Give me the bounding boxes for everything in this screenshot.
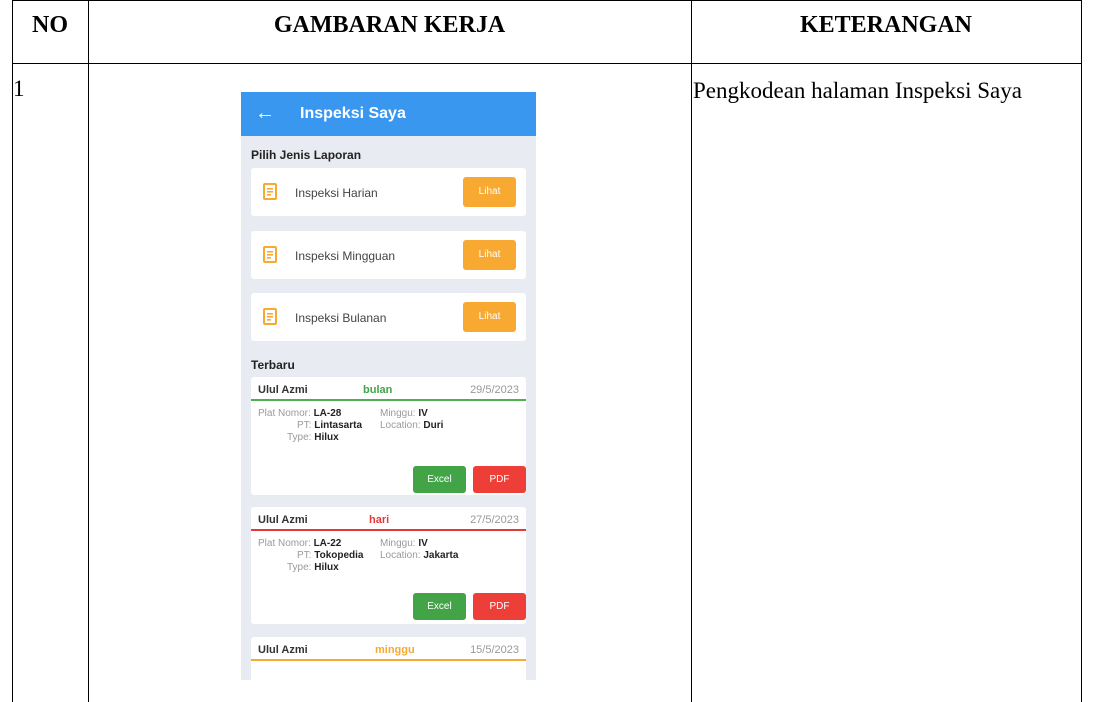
table-top-border	[12, 0, 1082, 1]
type-card-mingguan: Inspeksi Mingguan Lihat	[251, 231, 526, 279]
type-card-bulanan: Inspeksi Bulanan Lihat	[251, 293, 526, 341]
type-label: Inspeksi Bulanan	[295, 311, 387, 325]
excel-button[interactable]: Excel	[413, 593, 466, 620]
document-icon	[263, 308, 277, 325]
document-icon	[263, 183, 277, 200]
report-period: bulan	[363, 384, 393, 396]
col-border-2	[691, 0, 692, 702]
location-field: Location: Jakarta	[380, 550, 459, 561]
minggu-field: Minggu: IV	[380, 538, 428, 549]
report-date: 15/5/2023	[470, 644, 519, 656]
pdf-button[interactable]: PDF	[473, 593, 526, 620]
col-border-1	[88, 0, 89, 702]
row-number: 1	[13, 76, 25, 101]
report-card[interactable]: Ulul Azmi minggu 15/5/2023	[251, 637, 526, 680]
row-keterangan: Pengkodean halaman Inspeksi Saya	[693, 78, 1022, 103]
lihat-button[interactable]: Lihat	[463, 177, 516, 207]
pt-field: PT: Lintasarta	[297, 420, 363, 431]
header-divider	[12, 63, 1082, 64]
lihat-button[interactable]: Lihat	[463, 302, 516, 332]
type-label: Inspeksi Harian	[295, 186, 378, 200]
minggu-field: Minggu: IV	[380, 408, 428, 419]
report-card[interactable]: Ulul Azmi bulan 29/5/2023 Plat Nomor: LA…	[251, 377, 526, 495]
app-bar: ← Inspeksi Saya	[241, 92, 536, 136]
type-label: Inspeksi Mingguan	[295, 249, 396, 263]
report-date: 29/5/2023	[470, 384, 519, 396]
arrow-left-icon[interactable]: ←	[255, 102, 275, 124]
report-period: hari	[369, 514, 390, 526]
document-icon	[263, 246, 277, 263]
report-name: Ulul Azmi	[258, 514, 308, 526]
report-date: 27/5/2023	[470, 514, 519, 526]
report-header: Ulul Azmi bulan 29/5/2023	[251, 377, 526, 401]
report-name: Ulul Azmi	[258, 384, 308, 396]
report-name: Ulul Azmi	[258, 644, 308, 656]
pt-field: PT: Tokopedia	[297, 550, 364, 561]
type-card-harian: Inspeksi Harian Lihat	[251, 168, 526, 216]
report-card[interactable]: Ulul Azmi hari 27/5/2023 Plat Nomor: LA-…	[251, 507, 526, 624]
header-gambaran-kerja: GAMBARAN KERJA	[273, 12, 506, 38]
app-screenshot: ← Inspeksi Saya Pilih Jenis Laporan Insp…	[241, 92, 536, 680]
report-header: Ulul Azmi hari 27/5/2023	[251, 507, 526, 531]
col-border-right	[1081, 0, 1082, 702]
type-field: Type: Hilux	[287, 432, 339, 443]
pdf-button[interactable]: PDF	[473, 466, 526, 493]
section-title-types: Pilih Jenis Laporan	[251, 148, 362, 162]
plat-field: Plat Nomor: LA-28	[258, 408, 342, 419]
section-title-recent: Terbaru	[251, 358, 295, 372]
header-no: NO	[32, 12, 68, 38]
excel-button[interactable]: Excel	[413, 466, 466, 493]
report-header: Ulul Azmi minggu 15/5/2023	[251, 637, 526, 661]
col-border-left	[12, 0, 13, 702]
lihat-button[interactable]: Lihat	[463, 240, 516, 270]
location-field: Location: Duri	[380, 420, 444, 431]
header-keterangan: KETERANGAN	[799, 12, 973, 38]
plat-field: Plat Nomor: LA-22	[258, 538, 342, 549]
type-field: Type: Hilux	[287, 562, 339, 573]
app-title: Inspeksi Saya	[300, 105, 406, 122]
report-period: minggu	[375, 644, 415, 656]
